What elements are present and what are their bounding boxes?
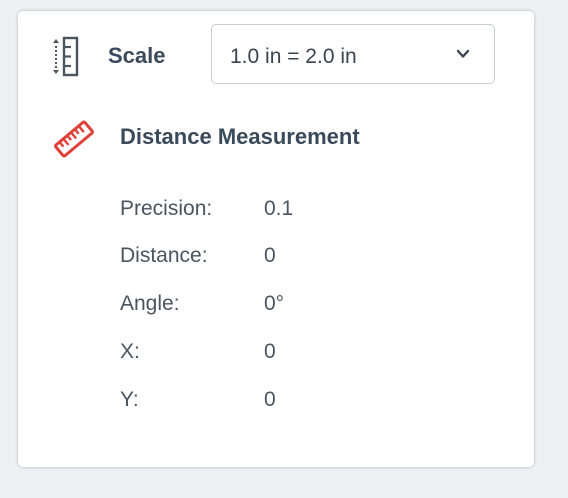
angle-row: Angle: 0°	[120, 292, 420, 322]
chevron-down-icon	[456, 49, 470, 58]
measurement-panel: Scale 1.0 in = 2.0 in Distance Measureme…	[18, 11, 534, 467]
distance-label: Distance:	[120, 244, 208, 267]
angle-label: Angle:	[120, 292, 180, 315]
precision-row: Precision: 0.1	[120, 197, 420, 227]
measurement-title: Distance Measurement	[120, 124, 360, 149]
x-label: X:	[120, 340, 140, 363]
x-value: 0	[264, 340, 276, 363]
y-value: 0	[264, 388, 276, 411]
scale-dropdown[interactable]: 1.0 in = 2.0 in	[211, 24, 495, 84]
scale-icon	[53, 36, 79, 77]
distance-value: 0	[264, 244, 276, 267]
angle-value: 0°	[264, 292, 285, 315]
scale-dropdown-value: 1.0 in = 2.0 in	[230, 45, 357, 68]
ruler-icon	[54, 120, 94, 158]
distance-row: Distance: 0	[120, 244, 420, 274]
y-label: Y:	[120, 388, 139, 411]
precision-label: Precision:	[120, 197, 213, 220]
scale-label: Scale	[108, 43, 166, 68]
y-row: Y: 0	[120, 388, 420, 418]
precision-value: 0.1	[264, 197, 294, 220]
x-row: X: 0	[120, 340, 420, 370]
